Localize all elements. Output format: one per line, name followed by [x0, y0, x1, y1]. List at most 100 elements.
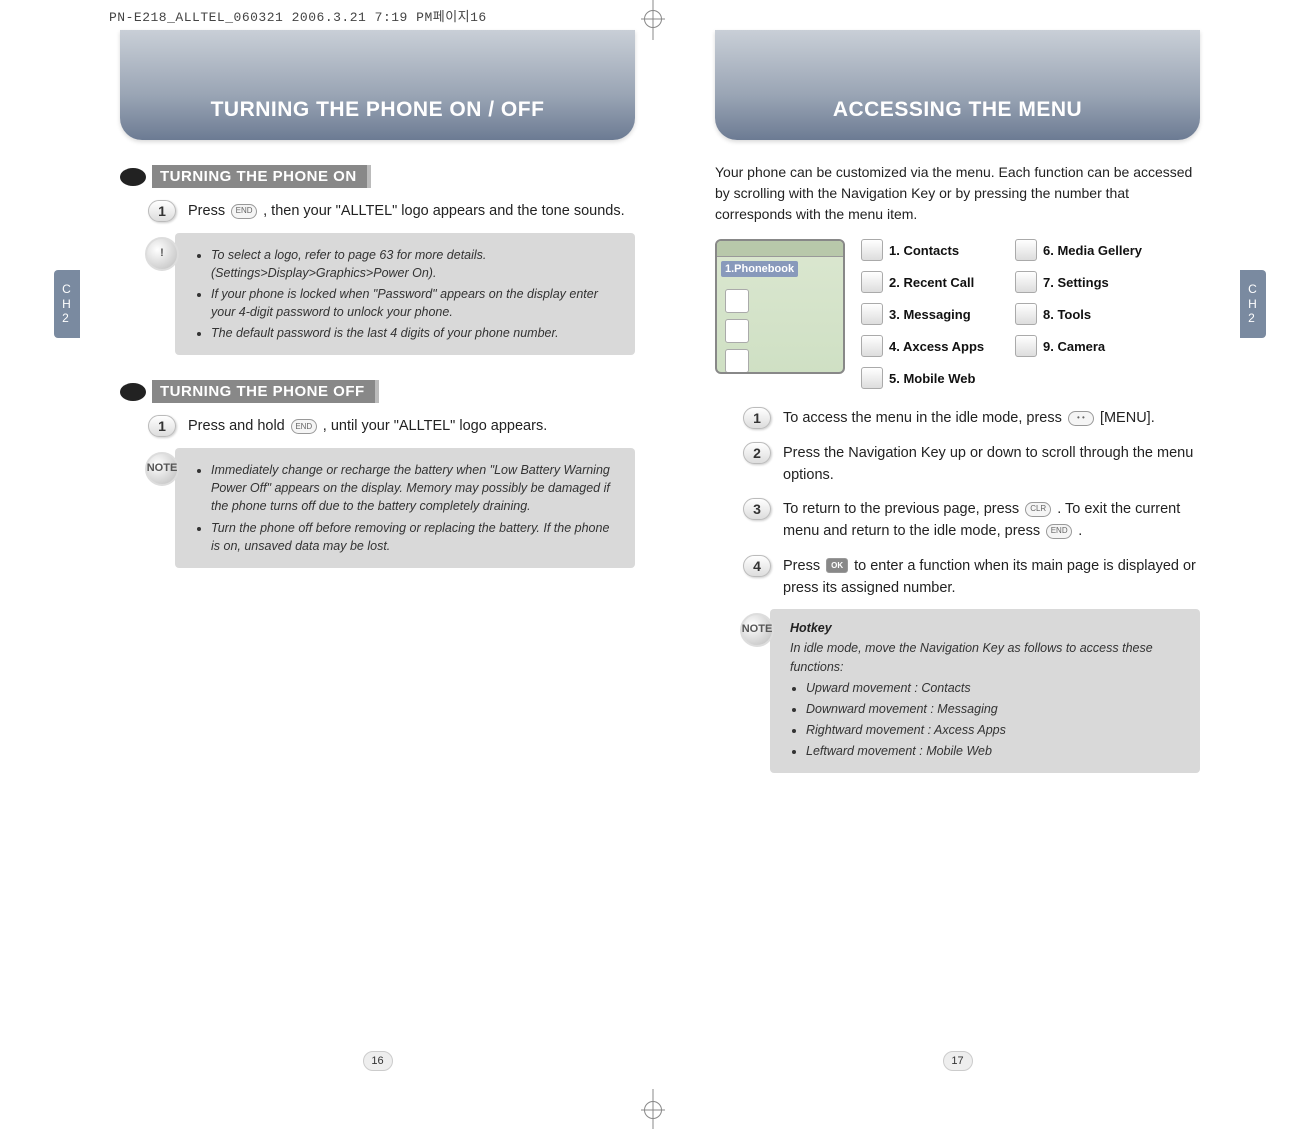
note-list: Upward movement : Contacts Downward move…: [790, 679, 1184, 761]
end-key-icon: END: [1046, 524, 1072, 539]
menu-tile-icon: [725, 289, 749, 313]
note-item: Rightward movement : Axcess Apps: [806, 721, 1184, 739]
step-text: To return to the previous page, press CL…: [783, 498, 1200, 543]
bullet-icon: [120, 168, 146, 186]
note-badge-icon: NOTE: [740, 613, 774, 647]
step-text: To access the menu in the idle mode, pre…: [783, 407, 1155, 430]
menu-item: 1. Contacts: [861, 239, 1001, 261]
menu-item-label: 2. Recent Call: [889, 275, 974, 290]
step-text: Press END , then your "ALLTEL" logo appe…: [188, 200, 625, 223]
text-fragment: Press: [783, 558, 824, 574]
end-key-icon: END: [291, 419, 317, 434]
menu-item-icon: [861, 303, 883, 325]
info-note: NOTE Immediately change or recharge the …: [175, 448, 635, 568]
intro-paragraph: Your phone can be customized via the men…: [715, 162, 1200, 225]
menu-item-label: 3. Messaging: [889, 307, 971, 322]
text-fragment: , then your "ALLTEL" logo appears and th…: [263, 203, 625, 219]
note-item: Immediately change or recharge the batte…: [211, 461, 619, 515]
step-2: 2 Press the Navigation Key up or down to…: [743, 442, 1200, 487]
note-list: To select a logo, refer to page 63 for m…: [195, 246, 619, 343]
menu-item: 8. Tools: [1015, 303, 1165, 325]
note-item: If your phone is locked when "Password" …: [211, 285, 619, 321]
text-fragment: To access the menu in the idle mode, pre…: [783, 410, 1066, 426]
menu-item-label: 1. Contacts: [889, 243, 959, 258]
note-item: Leftward movement : Mobile Web: [806, 742, 1184, 760]
menu-key-icon: • •: [1068, 411, 1094, 426]
page-right: CH2 ACCESSING THE MENU Your phone can be…: [675, 30, 1240, 1089]
ok-key-icon: OK: [826, 558, 848, 573]
menu-item-label: 4. Axcess Apps: [889, 339, 984, 354]
menu-item-icon: [1015, 303, 1037, 325]
step-on-1: 1 Press END , then your "ALLTEL" logo ap…: [148, 200, 635, 223]
note-intro: In idle mode, move the Navigation Key as…: [790, 639, 1184, 675]
step-number: 1: [148, 415, 176, 437]
text-fragment: [MENU].: [1100, 410, 1155, 426]
menu-item-icon: [1015, 239, 1037, 261]
phone-screen-illustration: 1.Phonebook: [715, 239, 845, 374]
menu-item-label: 8. Tools: [1043, 307, 1091, 322]
menu-item-label: 9. Camera: [1043, 339, 1105, 354]
step-number: 4: [743, 555, 771, 577]
phone-statusbar: [717, 241, 843, 257]
menu-item: 3. Messaging: [861, 303, 1001, 325]
step-text: Press the Navigation Key up or down to s…: [783, 442, 1200, 487]
menu-item-icon: [861, 335, 883, 357]
step-number: 1: [148, 200, 176, 222]
note-title: Hotkey: [790, 619, 1184, 637]
phone-screen-label: 1.Phonebook: [721, 261, 798, 277]
page-number-right: 17: [943, 1051, 973, 1071]
note-item: Upward movement : Contacts: [806, 679, 1184, 697]
chapter-tab-right: CH2: [1240, 270, 1266, 338]
step-number: 1: [743, 407, 771, 429]
section-heading-on: TURNING THE PHONE ON: [120, 165, 635, 188]
warning-badge-icon: !: [145, 237, 179, 271]
menu-item: 7. Settings: [1015, 271, 1165, 293]
section-heading-off: TURNING THE PHONE OFF: [120, 380, 635, 403]
menu-tile-icon: [725, 319, 749, 343]
section-label: TURNING THE PHONE OFF: [152, 380, 379, 403]
menu-item-label: 5. Mobile Web: [889, 371, 975, 386]
note-item: Downward movement : Messaging: [806, 700, 1184, 718]
menu-item-icon: [861, 367, 883, 389]
step-text: Press OK to enter a function when its ma…: [783, 555, 1200, 600]
menu-item-icon: [861, 271, 883, 293]
page-spread: CH2 TURNING THE PHONE ON / OFF TURNING T…: [80, 30, 1226, 1089]
warning-note: ! To select a logo, refer to page 63 for…: [175, 233, 635, 356]
menu-item-icon: [861, 239, 883, 261]
menu-tile-icon: [725, 349, 749, 373]
menu-item: 2. Recent Call: [861, 271, 1001, 293]
chapter-tab-left: CH2: [54, 270, 80, 338]
menu-item-label: 6. Media Gellery: [1043, 243, 1142, 258]
menu-item: 9. Camera: [1015, 335, 1165, 357]
note-list: Immediately change or recharge the batte…: [195, 461, 619, 555]
bullet-icon: [120, 383, 146, 401]
end-key-icon: END: [231, 204, 257, 219]
text-fragment: , until your "ALLTEL" logo appears.: [323, 418, 547, 434]
clr-key-icon: CLR: [1025, 502, 1051, 517]
menu-item: 5. Mobile Web: [861, 367, 1001, 389]
hotkey-note: NOTE Hotkey In idle mode, move the Navig…: [770, 609, 1200, 773]
registration-mark-top: [644, 10, 662, 28]
text-fragment: .: [1078, 523, 1082, 539]
menu-item-icon: [1015, 335, 1037, 357]
text-fragment: Press: [188, 203, 229, 219]
step-number: 3: [743, 498, 771, 520]
print-meta-line: PN-E218_ALLTEL_060321 2006.3.21 7:19 PM페…: [109, 6, 487, 25]
chapter-banner-right: ACCESSING THE MENU: [715, 30, 1200, 140]
step-4: 4 Press OK to enter a function when its …: [743, 555, 1200, 600]
text-fragment: Press and hold: [188, 418, 289, 434]
note-item: To select a logo, refer to page 63 for m…: [211, 246, 619, 282]
note-item: Turn the phone off before removing or re…: [211, 519, 619, 555]
section-label: TURNING THE PHONE ON: [152, 165, 371, 188]
page-left: CH2 TURNING THE PHONE ON / OFF TURNING T…: [80, 30, 675, 1089]
note-item: The default password is the last 4 digit…: [211, 324, 619, 342]
text-fragment: To return to the previous page, press: [783, 501, 1023, 517]
menu-item: 4. Axcess Apps: [861, 335, 1001, 357]
step-number: 2: [743, 442, 771, 464]
page-number-left: 16: [363, 1051, 393, 1071]
chapter-tab-label: CH2: [1248, 282, 1258, 325]
note-badge-icon: NOTE: [145, 452, 179, 486]
menu-item-icon: [1015, 271, 1037, 293]
menu-item-label: 7. Settings: [1043, 275, 1109, 290]
menu-overview: 1.Phonebook 1. Contacts 6. Media Gellery…: [715, 239, 1200, 389]
